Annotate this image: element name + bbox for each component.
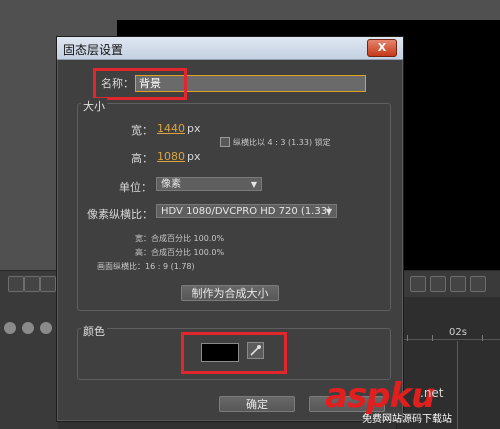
units-select-value: 像素	[161, 179, 181, 190]
height-value[interactable]: 1080	[157, 150, 185, 163]
toolbar-button[interactable]	[410, 276, 426, 292]
lock-ratio-label: 纵横比以 4 : 3 (1.33) 锁定	[233, 138, 331, 147]
width-label: 宽：	[131, 124, 153, 137]
solo-icon[interactable]	[40, 322, 52, 334]
ruler-tick	[482, 335, 483, 341]
ruler-tick	[407, 335, 408, 341]
width-value[interactable]: 1440	[157, 122, 185, 135]
info-height: 高：合成百分比 100.0%	[135, 248, 225, 257]
toolbar-button[interactable]	[450, 276, 466, 292]
units-select[interactable]: 像素 ▼	[156, 177, 262, 191]
motion-blur-icon[interactable]	[4, 322, 16, 334]
solid-settings-dialog: 固态层设置 X 名称： 背景 大小 宽： 1440 px 纵横比以 4 : 3 …	[56, 36, 404, 422]
ruler-tick	[432, 335, 433, 341]
units-label: 单位：	[119, 181, 152, 194]
timeline-layer-controls	[0, 297, 58, 429]
time-ruler-label: 02s	[449, 327, 467, 338]
height-unit: px	[187, 150, 201, 163]
toolbar-button[interactable]	[40, 276, 56, 292]
time-marker	[457, 341, 458, 429]
toolbar-button[interactable]	[24, 276, 40, 292]
width-unit: px	[187, 122, 201, 135]
dialog-title: 固态层设置	[63, 43, 124, 57]
chevron-down-icon: ▼	[250, 180, 257, 189]
info-width: 宽：合成百分比 100.0%	[135, 234, 225, 243]
dialog-titlebar[interactable]: 固态层设置 X	[57, 37, 403, 60]
timeline-tools	[0, 319, 58, 337]
toolbar-button[interactable]	[430, 276, 446, 292]
watermark-subtitle: 免费网站源码下载站	[362, 414, 452, 425]
toolbar-button[interactable]	[8, 276, 24, 292]
lock-ratio-checkbox[interactable]	[220, 137, 230, 147]
color-group-title: 颜色	[81, 323, 107, 339]
make-comp-size-button[interactable]: 制作为合成大小	[181, 285, 279, 301]
highlight-box-name	[93, 68, 187, 100]
watermark-domain: .net	[420, 386, 444, 400]
brush-icon[interactable]	[22, 322, 34, 334]
ok-button[interactable]: 确定	[219, 396, 295, 412]
pixel-aspect-label: 像素纵横比：	[87, 208, 153, 221]
pixel-aspect-select[interactable]: HDV 1080/DVCPRO HD 720 (1.33) ▼	[156, 204, 337, 218]
info-frame-aspect: 画面纵横比：16 : 9 (1.78)	[97, 262, 195, 271]
toolbar-button[interactable]	[470, 276, 486, 292]
close-button[interactable]: X	[367, 39, 397, 57]
size-group-title: 大小	[81, 98, 107, 114]
pixel-aspect-select-value: HDV 1080/DVCPRO HD 720 (1.33)	[161, 206, 331, 217]
highlight-box-color	[181, 332, 287, 374]
height-label: 高：	[131, 152, 153, 165]
chevron-down-icon: ▼	[325, 207, 332, 216]
